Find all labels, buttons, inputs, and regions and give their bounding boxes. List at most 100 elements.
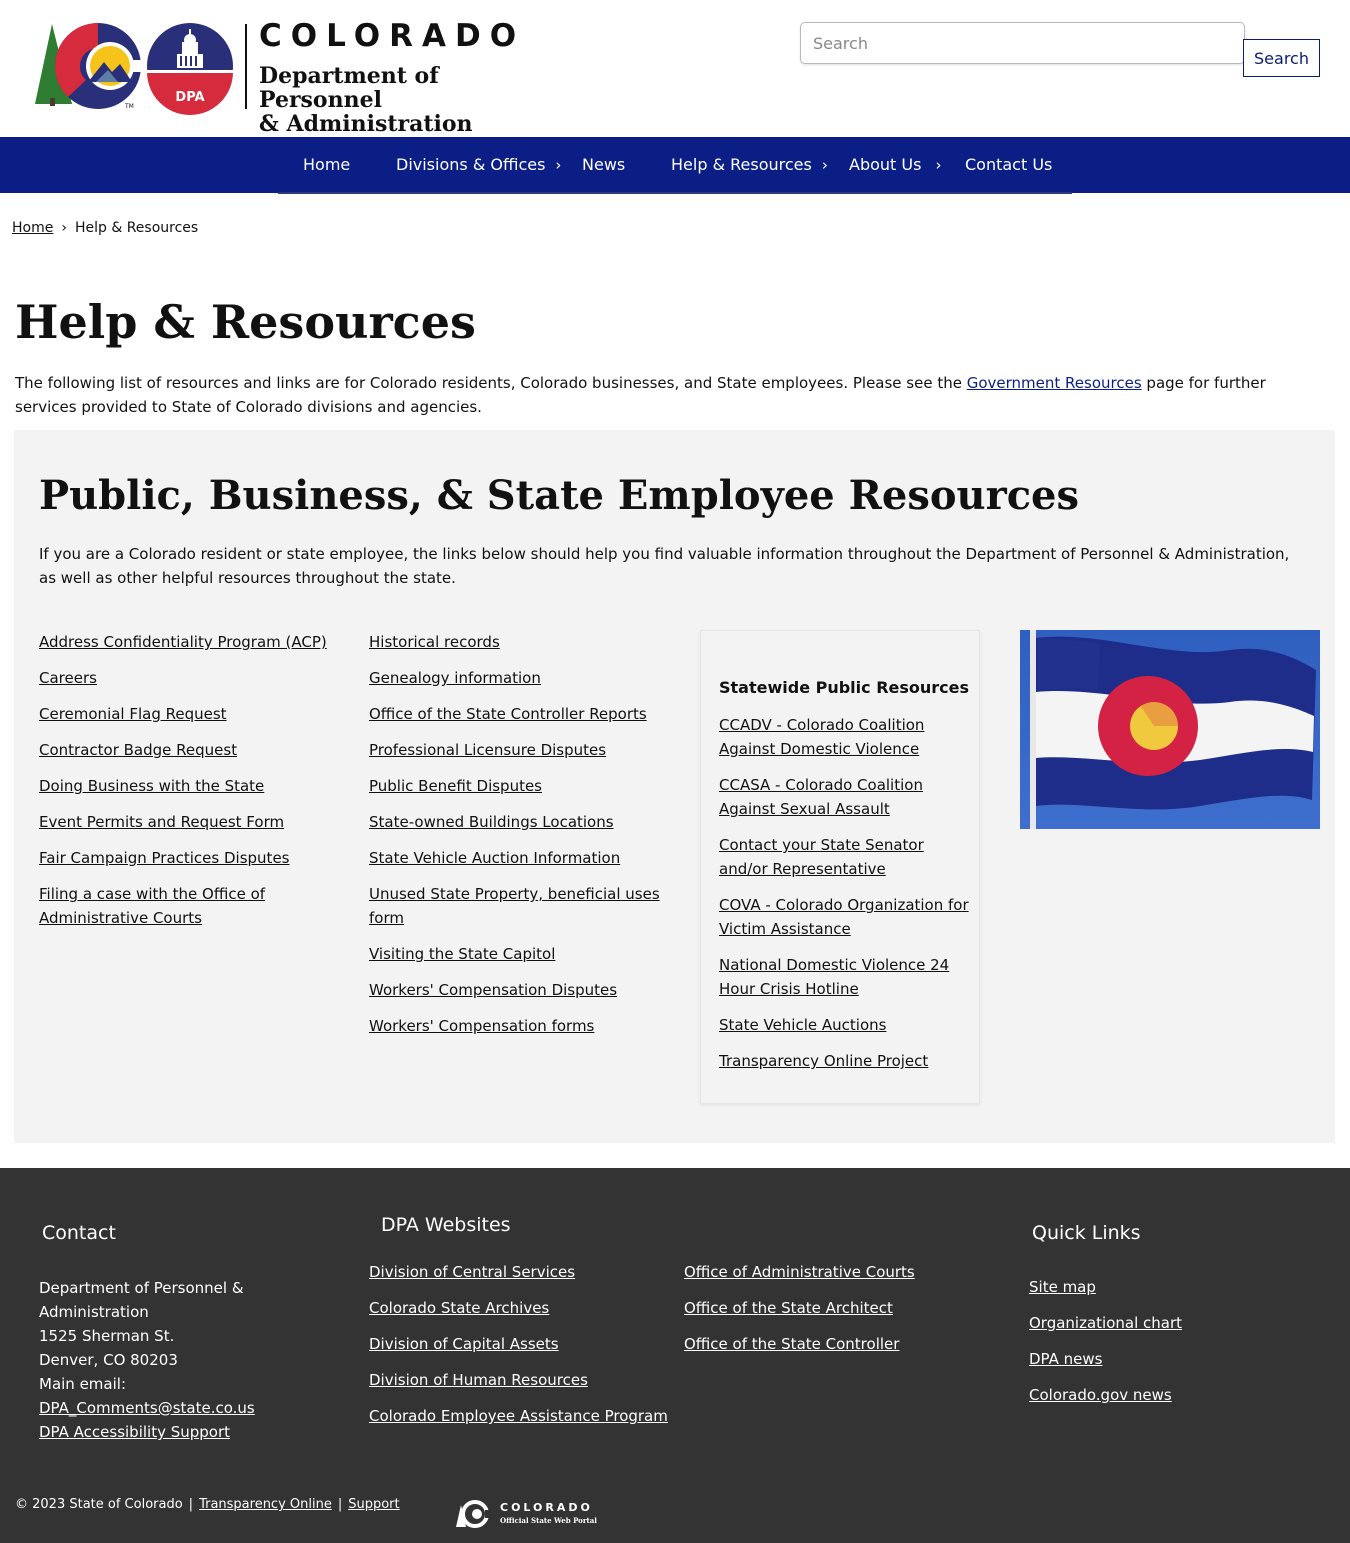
nav-label: About Us <box>849 155 922 174</box>
resource-link[interactable]: Unused State Property, beneficial uses f… <box>369 885 660 927</box>
resource-link[interactable]: Doing Business with the State <box>39 777 264 795</box>
resource-link[interactable]: State-owned Buildings Locations <box>369 813 614 831</box>
quick-link[interactable]: Colorado.gov news <box>1029 1386 1172 1404</box>
statewide-resource-link[interactable]: COVA - Colorado Organization for Victim … <box>719 896 969 938</box>
statewide-resource-link[interactable]: CCADV - Colorado Coalition Against Domes… <box>719 716 924 758</box>
transparency-online-link[interactable]: Transparency Online <box>199 1497 332 1512</box>
list-item: Office of the State Controller Reports <box>369 702 664 726</box>
list-item: Address Confidentiality Program (ACP) <box>39 630 339 654</box>
nav-item-news[interactable]: News <box>582 137 625 193</box>
logo-state-name: COLORADO <box>259 18 526 54</box>
list-item: Division of Central Services <box>369 1260 669 1284</box>
resource-link[interactable]: State Vehicle Auction Information <box>369 849 620 867</box>
resource-links-column-2: Historical records Genealogy information… <box>369 630 664 1050</box>
nav-item-contact-us[interactable]: Contact Us <box>965 137 1052 193</box>
resource-link[interactable]: Visiting the State Capitol <box>369 945 555 963</box>
website-link[interactable]: Office of the State Architect <box>684 1299 893 1317</box>
dpa-badge-text: DPA <box>175 90 204 105</box>
statewide-resource-link[interactable]: Contact your State Senator and/or Repres… <box>719 836 924 878</box>
nav-label: Contact Us <box>965 155 1053 174</box>
contact-line: Denver, CO 80203 <box>39 1351 178 1369</box>
quick-link[interactable]: Site map <box>1029 1278 1096 1296</box>
search-input[interactable] <box>800 22 1245 64</box>
search-button[interactable]: Search <box>1243 39 1320 77</box>
quick-link[interactable]: DPA news <box>1029 1350 1102 1368</box>
chevron-right-icon[interactable]: › <box>822 137 828 193</box>
separator: | <box>337 1497 343 1512</box>
resources-panel: Public, Business, & State Employee Resou… <box>14 430 1335 1143</box>
logo-divider <box>245 24 247 109</box>
footer-contact-info: Department of Personnel & Administration… <box>39 1276 299 1444</box>
nav-item-help-resources[interactable]: Help & Resources › <box>671 137 828 193</box>
colorado-c-logo-icon: TM DPA <box>35 23 233 115</box>
list-item: Professional Licensure Disputes <box>369 738 664 762</box>
site-logo[interactable]: TM DPA COLORADO Department of Personnel … <box>30 18 560 136</box>
resource-link[interactable]: Fair Campaign Practices Disputes <box>39 849 289 867</box>
resource-link[interactable]: Contractor Badge Request <box>39 741 237 759</box>
list-item: Fair Campaign Practices Disputes <box>39 846 339 870</box>
list-item: CCASA - Colorado Coalition Against Sexua… <box>719 773 969 821</box>
panel-description: If you are a Colorado resident or state … <box>39 545 1290 587</box>
list-item: Site map <box>1029 1275 1309 1299</box>
statewide-resources-card: Statewide Public Resources CCADV - Color… <box>700 630 980 1104</box>
statewide-resource-link[interactable]: Transparency Online Project <box>719 1052 928 1070</box>
footer-quick-links-heading: Quick Links <box>1032 1222 1141 1244</box>
list-item: Organizational chart <box>1029 1311 1309 1335</box>
intro-text-before: The following list of resources and link… <box>15 374 967 392</box>
list-item: Workers' Compensation Disputes <box>369 978 664 1002</box>
support-link[interactable]: Support <box>348 1497 399 1512</box>
nav-item-home[interactable]: Home <box>303 137 350 193</box>
nav-label: Home <box>303 155 351 174</box>
government-resources-link[interactable]: Government Resources <box>967 374 1142 392</box>
contact-email-link[interactable]: DPA_Comments@state.co.us <box>39 1399 255 1417</box>
resource-link[interactable]: Professional Licensure Disputes <box>369 741 606 759</box>
breadcrumb-home-link[interactable]: Home <box>12 220 53 236</box>
statewide-resource-link[interactable]: National Domestic Violence 24 Hour Crisi… <box>719 956 949 998</box>
resource-link[interactable]: Office of the State Controller Reports <box>369 705 647 723</box>
main-navigation: Home Divisions & Offices › News Help & Re… <box>0 137 1350 193</box>
website-link[interactable]: Colorado Employee Assistance Program <box>369 1407 668 1425</box>
list-item: Office of the State Architect <box>684 1296 984 1320</box>
resource-link[interactable]: Careers <box>39 669 97 687</box>
website-link[interactable]: Division of Capital Assets <box>369 1335 559 1353</box>
nav-item-about-us[interactable]: About Us › <box>849 137 941 193</box>
nav-underline <box>278 192 1072 194</box>
breadcrumb-separator: › <box>61 220 67 236</box>
resource-link[interactable]: Workers' Compensation forms <box>369 1017 594 1035</box>
resource-link[interactable]: Workers' Compensation Disputes <box>369 981 617 999</box>
list-item: Genealogy information <box>369 666 664 690</box>
colorado-portal-logo-icon[interactable] <box>455 1499 495 1529</box>
nav-label: Help & Resources <box>671 155 812 174</box>
card-title: Statewide Public Resources <box>719 678 970 697</box>
website-link[interactable]: Colorado State Archives <box>369 1299 549 1317</box>
chevron-right-icon[interactable]: › <box>935 137 941 193</box>
resource-link[interactable]: Public Benefit Disputes <box>369 777 542 795</box>
website-link[interactable]: Office of Administrative Courts <box>684 1263 915 1281</box>
list-item: Colorado State Archives <box>369 1296 669 1320</box>
website-link[interactable]: Office of the State Controller <box>684 1335 899 1353</box>
resource-link[interactable]: Event Permits and Request Form <box>39 813 284 831</box>
quick-link[interactable]: Organizational chart <box>1029 1314 1182 1332</box>
list-item: Workers' Compensation forms <box>369 1014 664 1038</box>
resource-link[interactable]: Genealogy information <box>369 669 541 687</box>
resource-links-column-1: Address Confidentiality Program (ACP) Ca… <box>39 630 339 942</box>
statewide-resource-link[interactable]: State Vehicle Auctions <box>719 1016 886 1034</box>
panel-title: Public, Business, & State Employee Resou… <box>39 472 1080 519</box>
colorado-flag-image <box>1020 630 1320 829</box>
nav-item-divisions-offices[interactable]: Divisions & Offices › <box>396 137 561 193</box>
quick-links-list: Site map Organizational chart DPA news C… <box>1029 1275 1309 1419</box>
list-item: Filing a case with the Office of Adminis… <box>39 882 279 930</box>
accessibility-support-link[interactable]: DPA Accessibility Support <box>39 1423 230 1441</box>
list-item: Contact your State Senator and/or Repres… <box>719 833 969 881</box>
list-item: Division of Human Resources <box>369 1368 669 1392</box>
breadcrumb: Home › Help & Resources <box>12 220 198 236</box>
list-item: DPA news <box>1029 1347 1309 1371</box>
website-link[interactable]: Division of Human Resources <box>369 1371 588 1389</box>
chevron-right-icon[interactable]: › <box>555 137 561 193</box>
resource-link[interactable]: Address Confidentiality Program (ACP) <box>39 633 327 651</box>
statewide-resource-link[interactable]: CCASA - Colorado Coalition Against Sexua… <box>719 776 923 818</box>
resource-link[interactable]: Historical records <box>369 633 500 651</box>
resource-link[interactable]: Ceremonial Flag Request <box>39 705 227 723</box>
website-link[interactable]: Division of Central Services <box>369 1263 575 1281</box>
resource-link[interactable]: Filing a case with the Office of Adminis… <box>39 885 265 927</box>
